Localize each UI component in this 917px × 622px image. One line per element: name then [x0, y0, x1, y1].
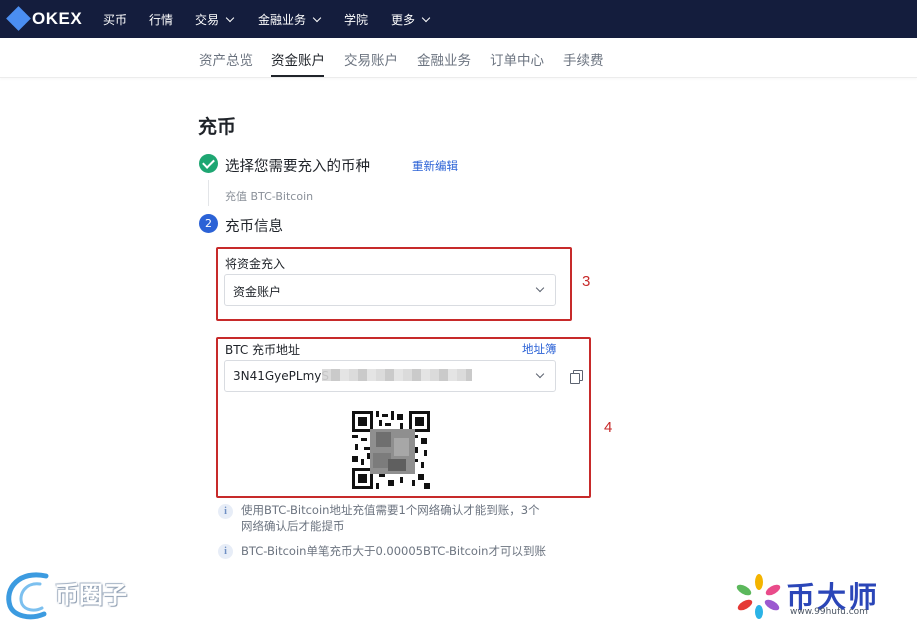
- page-title: 充币: [198, 116, 237, 138]
- watermark-url: www.99hufu.com: [790, 607, 868, 617]
- re-edit-link[interactable]: 重新编辑: [412, 158, 458, 174]
- nav-more-label: 更多: [391, 13, 416, 27]
- nav-trade-label: 交易: [195, 13, 220, 27]
- annotation-number-4: 4: [604, 419, 613, 436]
- tab-order-center[interactable]: 订单中心: [490, 49, 544, 69]
- nav-markets[interactable]: 行情: [149, 11, 173, 28]
- annotation-number-3: 3: [582, 273, 591, 290]
- okex-logo-icon: [6, 6, 31, 31]
- check-icon: [199, 154, 218, 173]
- nav-more[interactable]: 更多: [391, 11, 431, 28]
- tab-asset-overview[interactable]: 资产总览: [199, 49, 253, 69]
- watermark-left-text: 币圈子: [55, 581, 127, 609]
- nav-finance[interactable]: 金融业务: [258, 11, 322, 28]
- step1-label: 选择您需要充入的币种: [225, 159, 370, 175]
- info-icon: i: [218, 504, 233, 519]
- account-subnav: 资产总览 资金账户 交易账户 金融业务 订单中心 手续费: [0, 38, 917, 78]
- nav-buy-crypto[interactable]: 买币: [103, 11, 127, 28]
- nav-trade[interactable]: 交易: [195, 11, 235, 28]
- chevron-down-icon: [421, 13, 431, 22]
- top-navbar: OKEX 买币 行情 交易 金融业务 学院 更多: [0, 0, 917, 38]
- tab-fees[interactable]: 手续费: [563, 49, 604, 69]
- chevron-down-icon: [312, 13, 322, 22]
- nav-academy[interactable]: 学院: [344, 11, 368, 28]
- selected-coin: 充值 BTC-Bitcoin: [225, 190, 314, 203]
- tab-funding-account[interactable]: 资金账户: [271, 49, 325, 69]
- tab-trading-account[interactable]: 交易账户: [344, 49, 398, 69]
- annotation-box-3: [216, 247, 572, 321]
- nav-finance-label: 金融业务: [258, 13, 307, 27]
- info-icon: i: [218, 544, 233, 559]
- confirmation-note: 使用BTC-Bitcoin地址充值需要1个网络确认才能到账，3个网络确认后才能提…: [241, 503, 540, 533]
- minimum-deposit-note: BTC-Bitcoin单笔充币大于0.00005BTC-Bitcoin才可以到账: [241, 544, 546, 558]
- step-connector: [208, 180, 209, 206]
- active-tab-indicator: [271, 75, 324, 77]
- tab-finance[interactable]: 金融业务: [417, 49, 471, 69]
- step2-label: 充币信息: [225, 219, 283, 235]
- logo-text: OKEX: [32, 9, 83, 28]
- step2-badge: 2: [199, 214, 218, 233]
- annotation-box-4: [216, 337, 591, 498]
- watermark-flower-icon: [736, 574, 781, 619]
- chevron-down-icon: [225, 13, 235, 22]
- okex-logo[interactable]: OKEX: [6, 6, 83, 31]
